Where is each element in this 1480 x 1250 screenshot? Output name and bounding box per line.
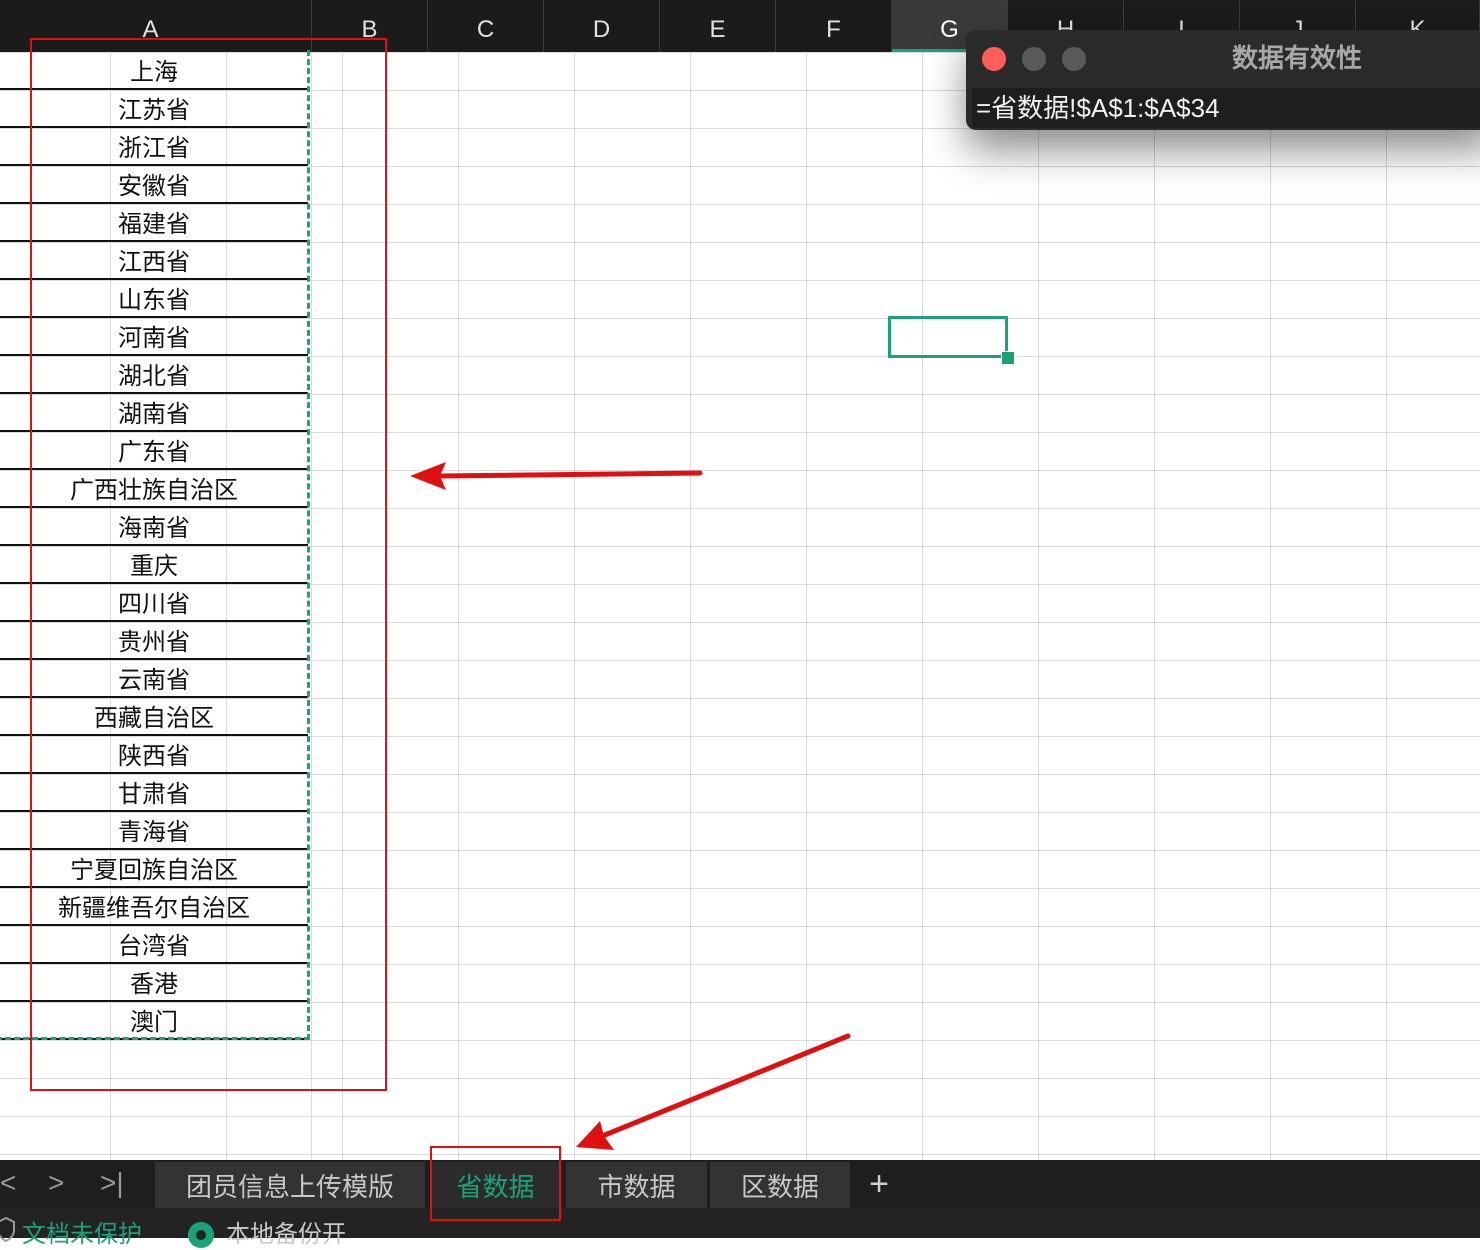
status-bar: 文档未保护 本地备份开 [0,1208,1480,1248]
column-header-c[interactable]: C [428,0,544,52]
column-header-e[interactable]: E [660,0,776,52]
next-sheet-button[interactable]: > [48,1160,64,1208]
local-backup-status[interactable]: 本地备份开 [226,1220,346,1250]
sheet-tab-city[interactable]: 市数据 [566,1162,707,1208]
column-header-f[interactable]: F [776,0,892,52]
sheet-tab-district[interactable]: 区数据 [710,1162,850,1208]
prev-sheet-button[interactable]: < [0,1160,16,1208]
dialog-titlebar[interactable]: 数据有效性 [966,30,1480,86]
add-sheet-button[interactable]: + [862,1160,896,1208]
shield-icon [0,1216,15,1242]
close-button[interactable] [982,47,1006,71]
last-sheet-button[interactable]: >| [100,1160,124,1208]
zoom-button[interactable] [1062,47,1086,71]
selected-cell[interactable] [888,316,1008,358]
fill-handle[interactable] [1001,351,1015,365]
dialog-title: 数据有效性 [1232,43,1363,73]
column-header-d[interactable]: D [544,0,660,52]
document-protection-status[interactable]: 文档未保护 [22,1220,142,1250]
sheet-tab-template[interactable]: 团员信息上传模版 [155,1162,425,1208]
data-validation-dialog[interactable]: 数据有效性 =省数据!$A$1:$A$34 [966,30,1480,130]
formula-input[interactable]: =省数据!$A$1:$A$34 [972,88,1480,128]
minimize-button[interactable] [1022,47,1046,71]
annotation-box-tab [430,1146,561,1221]
sheet-tab-bar: < > >| 团员信息上传模版 省数据 市数据 区数据 + [0,1160,1480,1208]
backup-status-icon [188,1222,214,1248]
annotation-box-range [30,38,387,1091]
